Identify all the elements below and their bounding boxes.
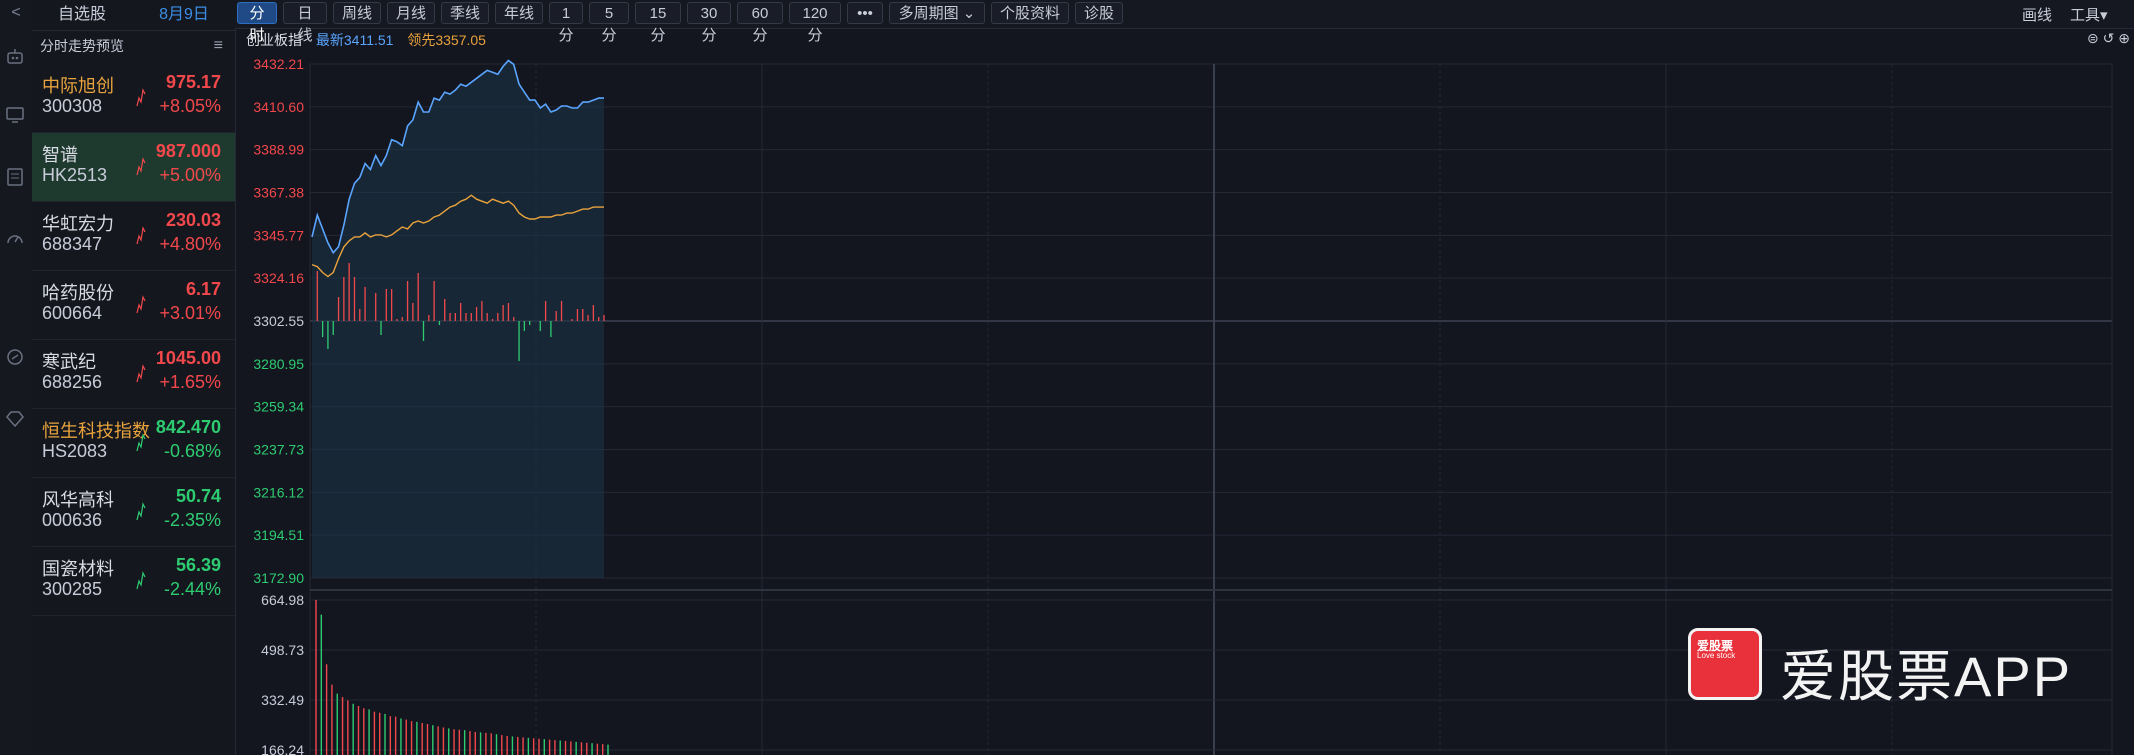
- price-area: [312, 60, 604, 578]
- volume-tick-label: 498.73: [261, 642, 304, 658]
- price-tick-label: 3410.60: [253, 99, 304, 115]
- price-tick-label: 3367.38: [253, 185, 304, 201]
- price-tick-label: 3216.12: [253, 484, 304, 500]
- price-axis: 3432.21 3410.60 3388.99 3367.38 3345.77 3324.…: [253, 56, 304, 586]
- logo-line2: Love stock: [1697, 651, 1736, 660]
- price-tick-label: 3302.55: [253, 313, 304, 329]
- volume-axis: 664.98 498.73 332.49 166.24: [261, 592, 304, 755]
- brand-text: 爱股票APP: [1780, 645, 2073, 708]
- price-tick-label: 3388.99: [253, 142, 304, 158]
- price-tick-label: 3172.90: [253, 570, 304, 586]
- price-tick-label: 3324.16: [253, 270, 304, 286]
- volume-tick-label: 166.24: [261, 742, 304, 755]
- brand-logo: 爱股票 Love stock: [1688, 628, 1762, 700]
- volume-tick-label: 664.98: [261, 592, 304, 608]
- price-tick-label: 3280.95: [253, 356, 304, 372]
- volume-tick-label: 332.49: [261, 692, 304, 708]
- volume-bars: [315, 600, 609, 755]
- brand-watermark: 爱股票 Love stock 爱股票APP: [1688, 628, 2134, 708]
- price-tick-label: 3345.77: [253, 227, 304, 243]
- price-tick-label: 3194.51: [253, 527, 304, 543]
- price-tick-label: 3237.73: [253, 442, 304, 458]
- price-tick-label: 3259.34: [253, 399, 304, 415]
- price-tick-label: 3432.21: [253, 56, 304, 72]
